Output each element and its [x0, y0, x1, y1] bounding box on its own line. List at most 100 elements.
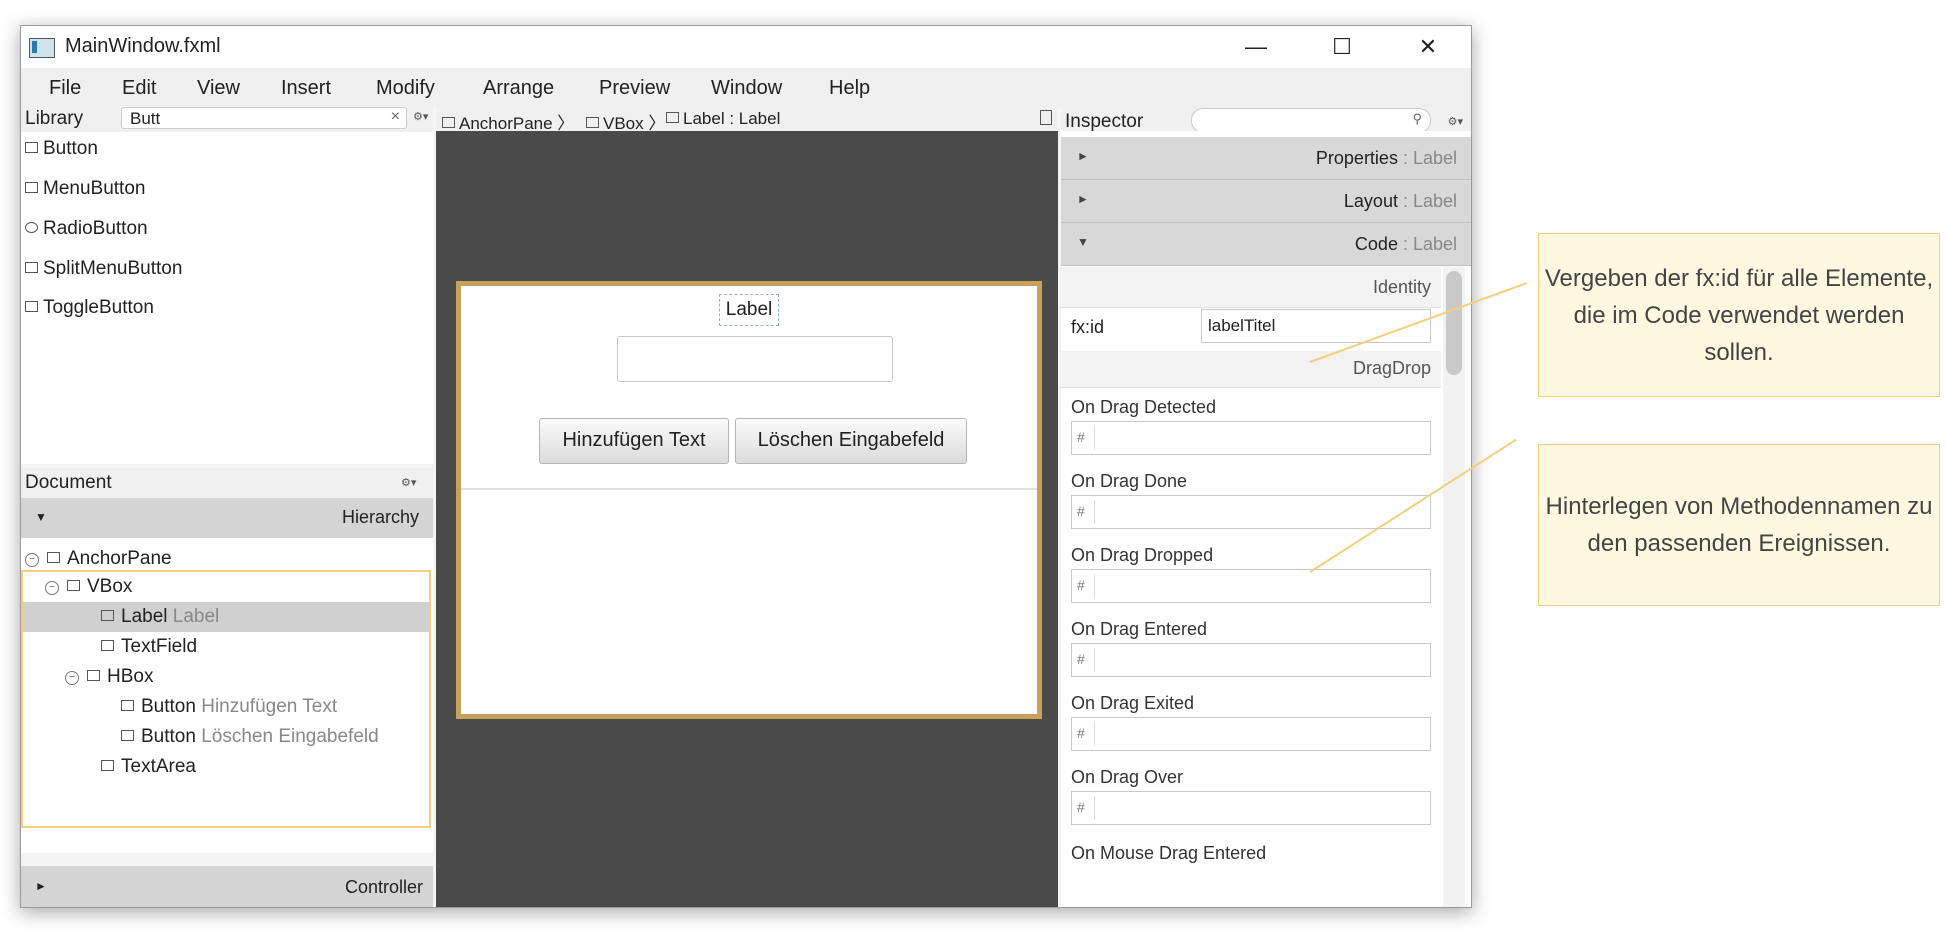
collapse-icon[interactable]: −	[65, 671, 79, 685]
search-icon: ⚲	[1412, 111, 1422, 126]
vbox-icon	[586, 117, 599, 128]
button-icon	[121, 730, 134, 741]
event-input[interactable]: #	[1071, 495, 1431, 529]
dragdrop-header: DragDrop	[1061, 351, 1441, 388]
library-list: Button MenuButton RadioButton SplitMenuB…	[21, 132, 433, 464]
clear-search-icon[interactable]: ×	[391, 108, 400, 126]
title-bar: MainWindow.fxml — ☐ ✕	[21, 26, 1471, 68]
hbox-icon	[87, 670, 100, 681]
library-gear-icon[interactable]: ⚙▾	[413, 110, 428, 123]
canvas-textarea[interactable]	[461, 492, 1037, 714]
hierarchy-label: Hierarchy	[341, 507, 419, 527]
collapse-icon[interactable]: −	[25, 553, 39, 567]
tree-row[interactable]: TextField	[101, 632, 197, 662]
add-text-button[interactable]: Hinzufügen Text	[539, 418, 729, 464]
callout-methods: Hinterlegen von Methodennamen zu den pas…	[1538, 444, 1940, 606]
menubutton-icon	[25, 182, 38, 193]
menu-bar: File Edit View Insert Modify Arrange Pre…	[21, 68, 1471, 106]
document-header: Document ⚙▾	[21, 468, 433, 498]
code-section[interactable]: ▼ Code : Label	[1061, 223, 1471, 266]
event-label: On Drag Exited	[1071, 693, 1195, 713]
inspector-search-input[interactable]: ⚲	[1191, 108, 1431, 133]
artboard-vbox[interactable]: Label Hinzufügen Text Löschen Eingabefel…	[456, 281, 1042, 719]
menu-file[interactable]: File	[49, 77, 81, 100]
inspector-gear-icon[interactable]: ⚙▾	[1448, 115, 1463, 128]
library-item-menubutton[interactable]: MenuButton	[25, 178, 145, 200]
tree-row[interactable]: Button Löschen Eingabefeld	[121, 722, 379, 752]
menu-view[interactable]: View	[197, 77, 240, 100]
library-item-togglebutton[interactable]: ToggleButton	[25, 297, 154, 319]
menu-help[interactable]: Help	[829, 77, 870, 100]
library-item-button[interactable]: Button	[25, 138, 98, 160]
tree-row[interactable]: − HBox	[65, 662, 153, 692]
button-icon	[121, 700, 134, 711]
library-search-value: Butt	[130, 109, 161, 128]
collapse-arrow-icon: ▼	[1077, 235, 1089, 249]
event-label: On Mouse Drag Entered	[1071, 843, 1267, 863]
library-item-radiobutton[interactable]: RadioButton	[25, 218, 148, 240]
label-icon	[101, 610, 114, 621]
layout-section[interactable]: ► Layout : Label	[1061, 180, 1471, 223]
app-window: MainWindow.fxml — ☐ ✕ File Edit View Ins…	[20, 25, 1472, 908]
clear-input-button[interactable]: Löschen Eingabefeld	[735, 418, 967, 464]
tree-row[interactable]: TextArea	[101, 752, 196, 782]
properties-section[interactable]: ► Properties : Label	[1061, 137, 1471, 180]
event-input[interactable]: #	[1071, 569, 1431, 603]
event-input[interactable]: #	[1071, 643, 1431, 677]
tree-row-selected[interactable]: Label Label	[23, 602, 429, 632]
menu-window[interactable]: Window	[711, 77, 782, 100]
fxid-label: fx:id	[1071, 317, 1105, 337]
canvas-textfield[interactable]	[617, 336, 893, 382]
fxid-field[interactable]: labelTitel	[1201, 309, 1431, 343]
library-item-splitmenubutton[interactable]: SplitMenuButton	[25, 258, 182, 280]
hierarchy-section[interactable]: ▼ Hierarchy	[21, 498, 433, 538]
event-input[interactable]: #	[1071, 717, 1431, 751]
event-label: On Drag Done	[1071, 471, 1188, 491]
minimize-button[interactable]: —	[1213, 26, 1299, 68]
hierarchy-tree: − AnchorPane − VBox Label Label TextField …	[21, 538, 433, 853]
expand-arrow-icon: ►	[1077, 149, 1089, 163]
anchorpane-icon	[47, 552, 60, 563]
menu-insert[interactable]: Insert	[281, 77, 331, 100]
design-canvas: Label Hinzufügen Text Löschen Eingabefel…	[436, 131, 1058, 907]
splitmenubutton-icon	[25, 262, 38, 273]
tree-row[interactable]: − VBox	[45, 572, 132, 602]
menu-preview[interactable]: Preview	[599, 77, 670, 100]
inspector-scrollbar-thumb[interactable]	[1446, 271, 1462, 375]
event-input[interactable]: #	[1071, 791, 1431, 825]
inspector-scrollbar-track[interactable]	[1443, 267, 1465, 907]
document-gear-icon[interactable]: ⚙▾	[401, 476, 416, 489]
document-icon[interactable]	[1040, 110, 1052, 125]
divider	[461, 488, 1037, 490]
expand-arrow-icon: ►	[1077, 192, 1089, 206]
menu-arrange[interactable]: Arrange	[483, 77, 554, 100]
event-label: On Drag Dropped	[1071, 545, 1214, 565]
document-title: Document	[25, 472, 112, 493]
radiobutton-icon	[25, 222, 38, 233]
anchorpane-icon	[442, 117, 455, 128]
event-label: On Drag Detected	[1071, 397, 1217, 417]
button-icon	[25, 142, 38, 153]
breadcrumb: AnchorPane 〉 VBox 〉 Label : Label	[436, 106, 1058, 133]
inspector-panel: ► Properties : Label ► Layout : Label ▼ …	[1061, 131, 1471, 907]
fxid-value: labelTitel	[1208, 316, 1276, 335]
tree-row[interactable]: Button Hinzufügen Text	[121, 692, 337, 722]
vbox-icon	[67, 580, 80, 591]
maximize-button[interactable]: ☐	[1299, 26, 1385, 68]
textfield-icon	[101, 640, 114, 651]
window-title: MainWindow.fxml	[65, 35, 221, 57]
library-header: Library Butt × ⚙▾	[21, 106, 433, 132]
close-button[interactable]: ✕	[1385, 26, 1471, 68]
collapse-icon[interactable]: −	[45, 581, 59, 595]
controller-section[interactable]: ► Controller	[21, 866, 433, 907]
event-input[interactable]: #	[1071, 421, 1431, 455]
menu-edit[interactable]: Edit	[122, 77, 156, 100]
app-icon	[29, 38, 55, 58]
menu-modify[interactable]: Modify	[376, 77, 435, 100]
controller-label: Controller	[344, 877, 423, 897]
callout-fxid: Vergeben der fx:id für alle Elemente, di…	[1538, 233, 1940, 397]
breadcrumb-item[interactable]: Label : Label	[666, 109, 780, 129]
textarea-icon	[101, 760, 114, 771]
library-search-input[interactable]: Butt ×	[121, 107, 407, 129]
canvas-label[interactable]: Label	[719, 294, 779, 326]
